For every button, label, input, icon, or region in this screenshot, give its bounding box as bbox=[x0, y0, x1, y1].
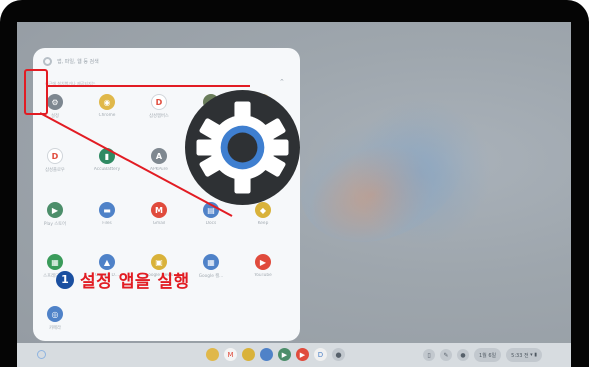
launcher-app-label: Files bbox=[102, 221, 112, 226]
launcher-app-label: 카메라 bbox=[49, 326, 61, 331]
launcher-app[interactable]: A APKPure bbox=[138, 148, 180, 172]
launcher-app[interactable]: ▦ Google 캘... bbox=[190, 254, 232, 279]
calendar-icon: ▦ bbox=[203, 254, 219, 270]
chrome-icon[interactable] bbox=[206, 348, 219, 361]
youtube-icon: ▶ bbox=[255, 254, 271, 270]
notification-icon[interactable]: ● bbox=[457, 349, 469, 361]
launcher-app-label: Gmail bbox=[152, 221, 166, 226]
keep-icon[interactable] bbox=[242, 348, 255, 361]
shelf-pinned-apps: M ▶ ▶ D ● bbox=[206, 348, 345, 361]
shelf: M ▶ ▶ D ● ▯ ✎ ● 1월 6일 5:33 전 ▾ ▮ bbox=[17, 343, 571, 367]
launcher-app[interactable]: M Gmail bbox=[138, 202, 180, 226]
chevron-up-icon[interactable]: ⌃ bbox=[279, 78, 285, 86]
chrome-icon: ◉ bbox=[99, 94, 115, 110]
date-pill[interactable]: 1월 6일 bbox=[474, 348, 502, 362]
launcher-search-bar[interactable]: 앱, 파일, 웹 등 검색 bbox=[33, 48, 300, 74]
play-store-icon[interactable]: ▶ bbox=[278, 348, 291, 361]
launcher-app[interactable]: ◎ 카메라 bbox=[34, 306, 76, 331]
battery-icon: ▮ bbox=[99, 148, 115, 164]
settings-icon: ⚙ bbox=[47, 94, 63, 110]
files-icon[interactable] bbox=[260, 348, 273, 361]
clock-time: 5:33 전 bbox=[511, 352, 529, 359]
launcher-app-label: 삼성멤버스 bbox=[149, 114, 169, 119]
launcher-app-label: AccuBattery bbox=[93, 167, 121, 172]
launcher-app[interactable]: ▮ AccuBattery bbox=[86, 148, 128, 172]
launcher-app[interactable]: ◆ Keep bbox=[242, 202, 284, 226]
recent-apps-label: 최근에 설치했거나 제공되지는 bbox=[45, 81, 96, 86]
launcher-app-label: Google 캘... bbox=[198, 274, 224, 279]
phone-hub-icon[interactable]: ▯ bbox=[423, 349, 435, 361]
samsung-icon: D bbox=[151, 94, 167, 110]
launcher-app[interactable]: ▶ Play 스토어 bbox=[34, 202, 76, 227]
pen-icon[interactable]: ✎ bbox=[440, 349, 452, 361]
launcher-app[interactable]: ▤ Docs bbox=[190, 202, 232, 226]
launcher-app-label: APKPure bbox=[150, 167, 168, 172]
launcher-app[interactable]: D 삼성플로우 bbox=[34, 148, 76, 173]
status-tray: ▯ ✎ ● 1월 6일 5:33 전 ▾ ▮ bbox=[423, 348, 543, 362]
photo-frame: 앱, 파일, 웹 등 검색 최근에 설치했거나 제공되지는 ⌃ ⚙ 설정 ◉ Chro… bbox=[0, 0, 589, 367]
launcher-app[interactable]: D 삼성멤버스 bbox=[138, 94, 180, 119]
launcher-app-label: Keep bbox=[257, 221, 269, 226]
battery-icon: ▮ bbox=[532, 352, 538, 358]
youtube-icon[interactable]: ▶ bbox=[296, 348, 309, 361]
files-icon: ▬ bbox=[99, 202, 115, 218]
play-store-icon: ▶ bbox=[47, 202, 63, 218]
gmail-icon[interactable]: M bbox=[224, 348, 237, 361]
launcher-app[interactable]: ◉ Chrome bbox=[86, 94, 128, 118]
launcher-app-label: 삼성플로우 bbox=[45, 168, 65, 173]
search-placeholder: 앱, 파일, 웹 등 검색 bbox=[57, 58, 99, 65]
launcher-app[interactable]: ▬ Files bbox=[86, 202, 128, 226]
gmail-icon: M bbox=[151, 202, 167, 218]
apk-icon: A bbox=[151, 148, 167, 164]
wallpaper-wave-2 bbox=[347, 92, 497, 252]
launcher-app[interactable]: ▶ YouTube bbox=[242, 254, 284, 278]
time-status-pill[interactable]: 5:33 전 ▾ ▮ bbox=[506, 348, 543, 362]
camera-icon: ◎ bbox=[47, 306, 63, 322]
settings-highlight-box bbox=[24, 69, 48, 115]
launcher-app-label: Chrome bbox=[98, 113, 116, 118]
record-icon[interactable]: ● bbox=[332, 348, 345, 361]
launcher-app-label: Docs bbox=[205, 221, 217, 226]
launcher-app-label: Play 스토어 bbox=[43, 222, 67, 227]
step-instruction: 설정 앱을 실행 bbox=[80, 272, 190, 292]
launcher-app-label: YouTube bbox=[254, 273, 272, 278]
samsung-icon[interactable]: D bbox=[314, 348, 327, 361]
step-label: 1 설정 앱을 실행 bbox=[56, 267, 190, 292]
google-g-icon bbox=[43, 56, 52, 66]
launcher-circle-icon[interactable] bbox=[37, 350, 46, 359]
settings-gear-icon bbox=[185, 90, 300, 205]
samsung-flow-icon: D bbox=[47, 148, 63, 164]
step-number-badge: 1 bbox=[56, 270, 74, 289]
